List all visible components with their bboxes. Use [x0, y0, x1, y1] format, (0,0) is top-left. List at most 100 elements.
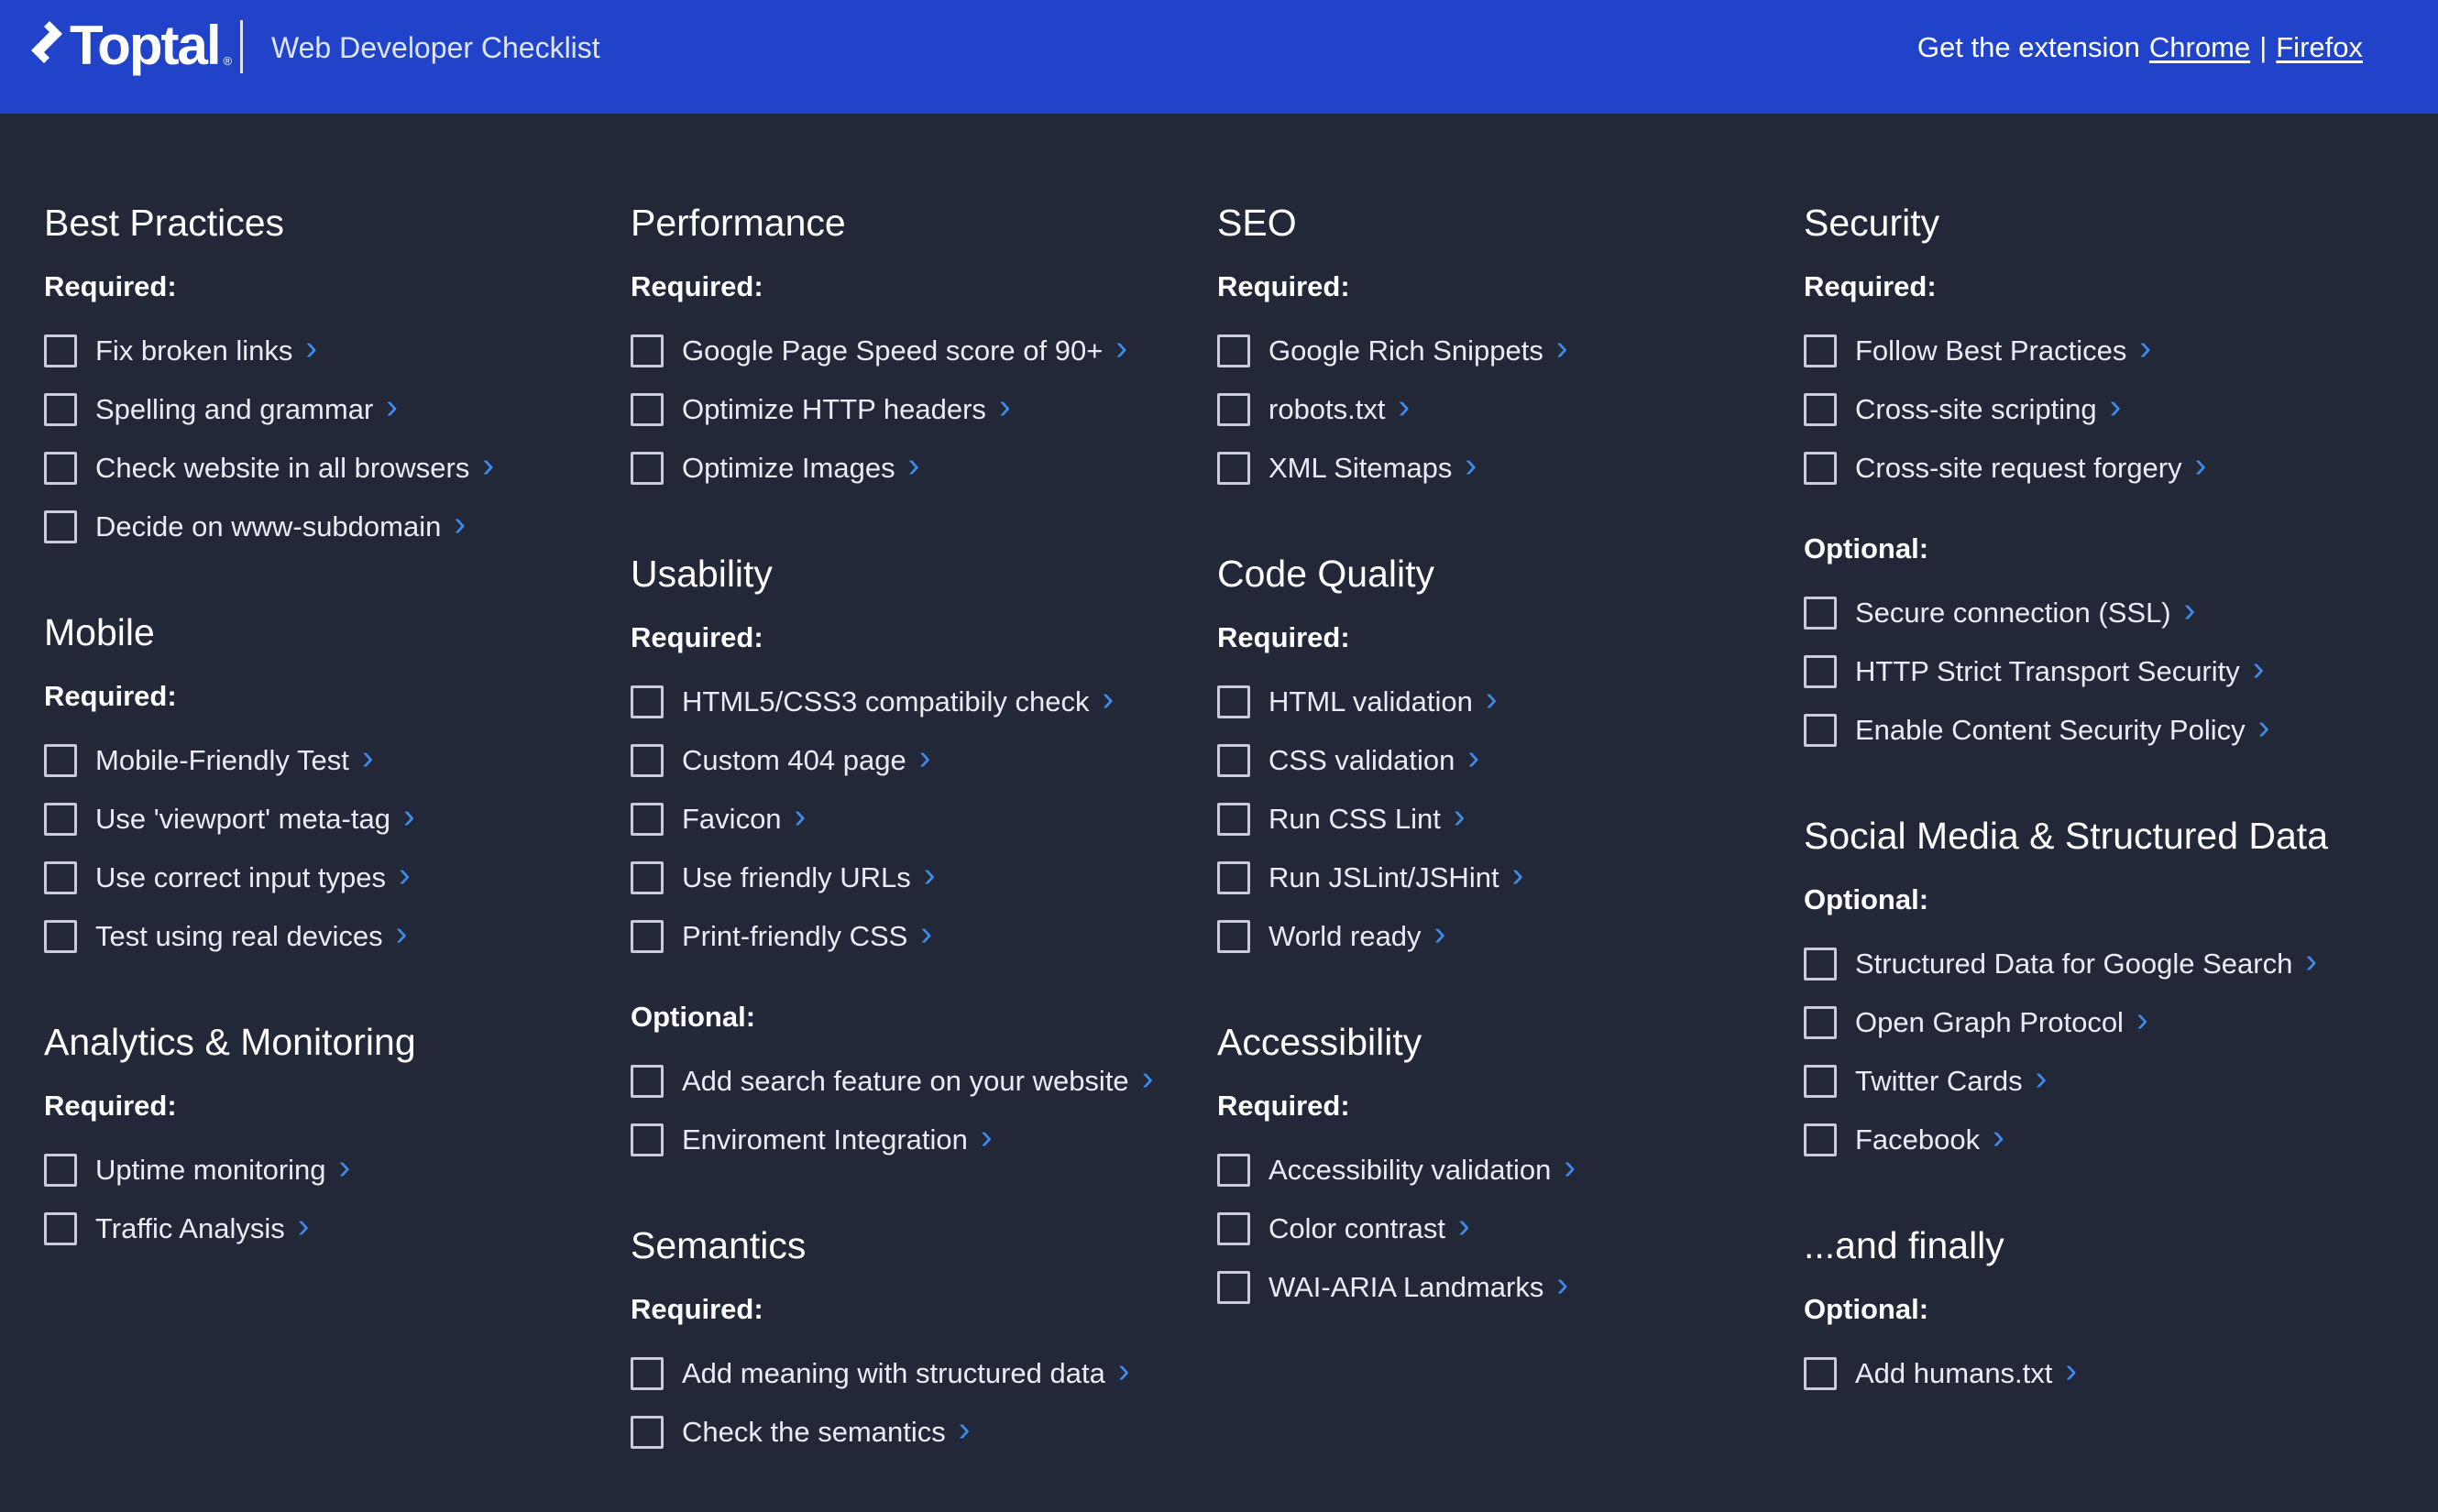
chevron-right-icon[interactable]: › — [919, 740, 931, 775]
checkbox-icon[interactable] — [44, 744, 77, 777]
chevron-right-icon[interactable]: › — [999, 389, 1011, 424]
checklist-item[interactable]: Accessibility validation › — [1217, 1141, 1767, 1200]
checkbox-icon[interactable] — [44, 861, 77, 894]
checklist-item-label[interactable]: Traffic Analysis — [95, 1212, 285, 1245]
checklist-item[interactable]: Secure connection (SSL) › — [1804, 584, 2354, 642]
checklist-item-label[interactable]: Decide on www-subdomain — [95, 510, 441, 543]
checkbox-icon[interactable] — [1217, 334, 1250, 367]
checklist-item-label[interactable]: Check the semantics — [682, 1416, 946, 1449]
checkbox-icon[interactable] — [631, 452, 664, 485]
checklist-item[interactable]: Add search feature on your website › — [631, 1052, 1181, 1111]
checkbox-icon[interactable] — [1217, 393, 1250, 426]
chevron-right-icon[interactable]: › — [924, 858, 936, 893]
checklist-item-label[interactable]: Optimize Images — [682, 452, 895, 485]
checkbox-icon[interactable] — [631, 1123, 664, 1156]
checklist-item[interactable]: HTML5/CSS3 compatibily check › — [631, 673, 1181, 731]
checklist-item-label[interactable]: Cross-site scripting — [1855, 393, 2097, 426]
checkbox-icon[interactable] — [44, 393, 77, 426]
checklist-item-label[interactable]: Google Page Speed score of 90+ — [682, 334, 1103, 367]
chevron-right-icon[interactable]: › — [1993, 1120, 2004, 1155]
chrome-link[interactable]: Chrome — [2149, 29, 2250, 66]
checkbox-icon[interactable] — [1804, 452, 1837, 485]
checklist-item[interactable]: Favicon › — [631, 790, 1181, 849]
checklist-item-label[interactable]: Test using real devices — [95, 920, 383, 953]
chevron-right-icon[interactable]: › — [339, 1150, 351, 1185]
checkbox-icon[interactable] — [44, 334, 77, 367]
checklist-item[interactable]: Use friendly URLs › — [631, 849, 1181, 907]
checkbox-icon[interactable] — [44, 510, 77, 543]
chevron-right-icon[interactable]: › — [795, 799, 807, 834]
checklist-item-label[interactable]: Favicon — [682, 803, 782, 836]
checklist-item[interactable]: Mobile-Friendly Test › — [44, 731, 594, 790]
checklist-item-label[interactable]: Use 'viewport' meta-tag — [95, 803, 390, 836]
checklist-item[interactable]: Enable Content Security Policy › — [1804, 701, 2354, 760]
checklist-item-label[interactable]: Accessibility validation — [1268, 1154, 1551, 1187]
checklist-item-label[interactable]: CSS validation — [1268, 744, 1455, 777]
checklist-item-label[interactable]: Use correct input types — [95, 861, 386, 894]
checkbox-icon[interactable] — [44, 1154, 77, 1187]
checkbox-icon[interactable] — [1217, 803, 1250, 836]
checklist-item[interactable]: Optimize Images › — [631, 439, 1181, 498]
checkbox-icon[interactable] — [1804, 393, 1837, 426]
chevron-right-icon[interactable]: › — [386, 389, 398, 424]
checkbox-icon[interactable] — [1804, 1357, 1837, 1390]
checklist-item-label[interactable]: World ready — [1268, 920, 1422, 953]
checklist-item[interactable]: Spelling and grammar › — [44, 380, 594, 439]
chevron-right-icon[interactable]: › — [908, 448, 920, 483]
checkbox-icon[interactable] — [1217, 861, 1250, 894]
chevron-right-icon[interactable]: › — [454, 507, 466, 542]
chevron-right-icon[interactable]: › — [920, 916, 932, 951]
checklist-item[interactable]: Run JSLint/JSHint › — [1217, 849, 1767, 907]
checklist-item[interactable]: Facebook › — [1804, 1111, 2354, 1169]
checklist-item[interactable]: Run CSS Lint › — [1217, 790, 1767, 849]
checklist-item-label[interactable]: Custom 404 page — [682, 744, 906, 777]
checklist-item[interactable]: CSS validation › — [1217, 731, 1767, 790]
checkbox-icon[interactable] — [631, 920, 664, 953]
checklist-item-label[interactable]: robots.txt — [1268, 393, 1386, 426]
checklist-item[interactable]: Use correct input types › — [44, 849, 594, 907]
checklist-item[interactable]: Optimize HTTP headers › — [631, 380, 1181, 439]
checklist-item[interactable]: Uptime monitoring › — [44, 1141, 594, 1200]
checklist-item[interactable]: Enviroment Integration › — [631, 1111, 1181, 1169]
checkbox-icon[interactable] — [1804, 597, 1837, 630]
chevron-right-icon[interactable]: › — [959, 1412, 971, 1447]
checklist-item-label[interactable]: Print-friendly CSS — [682, 920, 907, 953]
chevron-right-icon[interactable]: › — [1556, 1267, 1568, 1302]
checkbox-icon[interactable] — [631, 393, 664, 426]
checkbox-icon[interactable] — [1804, 334, 1837, 367]
checklist-item-label[interactable]: Open Graph Protocol — [1855, 1006, 2124, 1039]
chevron-right-icon[interactable]: › — [2184, 593, 2196, 628]
checklist-item-label[interactable]: Color contrast — [1268, 1212, 1445, 1245]
checklist-item-label[interactable]: HTML validation — [1268, 685, 1473, 718]
checklist-item-label[interactable]: Run CSS Lint — [1268, 803, 1441, 836]
checklist-item-label[interactable]: XML Sitemaps — [1268, 452, 1452, 485]
checklist-item[interactable]: Traffic Analysis › — [44, 1200, 594, 1258]
chevron-right-icon[interactable]: › — [403, 799, 415, 834]
chevron-right-icon[interactable]: › — [2110, 389, 2122, 424]
checkbox-icon[interactable] — [1804, 714, 1837, 747]
checklist-item-label[interactable]: Mobile-Friendly Test — [95, 744, 349, 777]
checklist-item-label[interactable]: HTTP Strict Transport Security — [1855, 655, 2240, 688]
checklist-item[interactable]: WAI-ARIA Landmarks › — [1217, 1258, 1767, 1317]
checkbox-icon[interactable] — [44, 452, 77, 485]
checkbox-icon[interactable] — [631, 1065, 664, 1098]
checklist-item-label[interactable]: Enviroment Integration — [682, 1123, 968, 1156]
checklist-item-label[interactable]: Structured Data for Google Search — [1855, 948, 2292, 981]
checkbox-icon[interactable] — [1804, 1123, 1837, 1156]
checkbox-icon[interactable] — [631, 1357, 664, 1390]
checkbox-icon[interactable] — [44, 1212, 77, 1245]
checklist-item-label[interactable]: Run JSLint/JSHint — [1268, 861, 1499, 894]
checklist-item[interactable]: Cross-site scripting › — [1804, 380, 2354, 439]
checklist-item-label[interactable]: Enable Content Security Policy — [1855, 714, 2246, 747]
checklist-item[interactable]: Decide on www-subdomain › — [44, 498, 594, 556]
checklist-item-label[interactable]: Spelling and grammar — [95, 393, 373, 426]
checklist-item-label[interactable]: Twitter Cards — [1855, 1065, 2023, 1098]
checklist-item-label[interactable]: Facebook — [1855, 1123, 1980, 1156]
checkbox-icon[interactable] — [631, 685, 664, 718]
checkbox-icon[interactable] — [44, 803, 77, 836]
checklist-item-label[interactable]: Add meaning with structured data — [682, 1357, 1105, 1390]
chevron-right-icon[interactable]: › — [399, 858, 411, 893]
chevron-right-icon[interactable]: › — [362, 740, 374, 775]
toptal-logo[interactable]: Toptal ® — [26, 18, 232, 73]
chevron-right-icon[interactable]: › — [1103, 682, 1115, 717]
